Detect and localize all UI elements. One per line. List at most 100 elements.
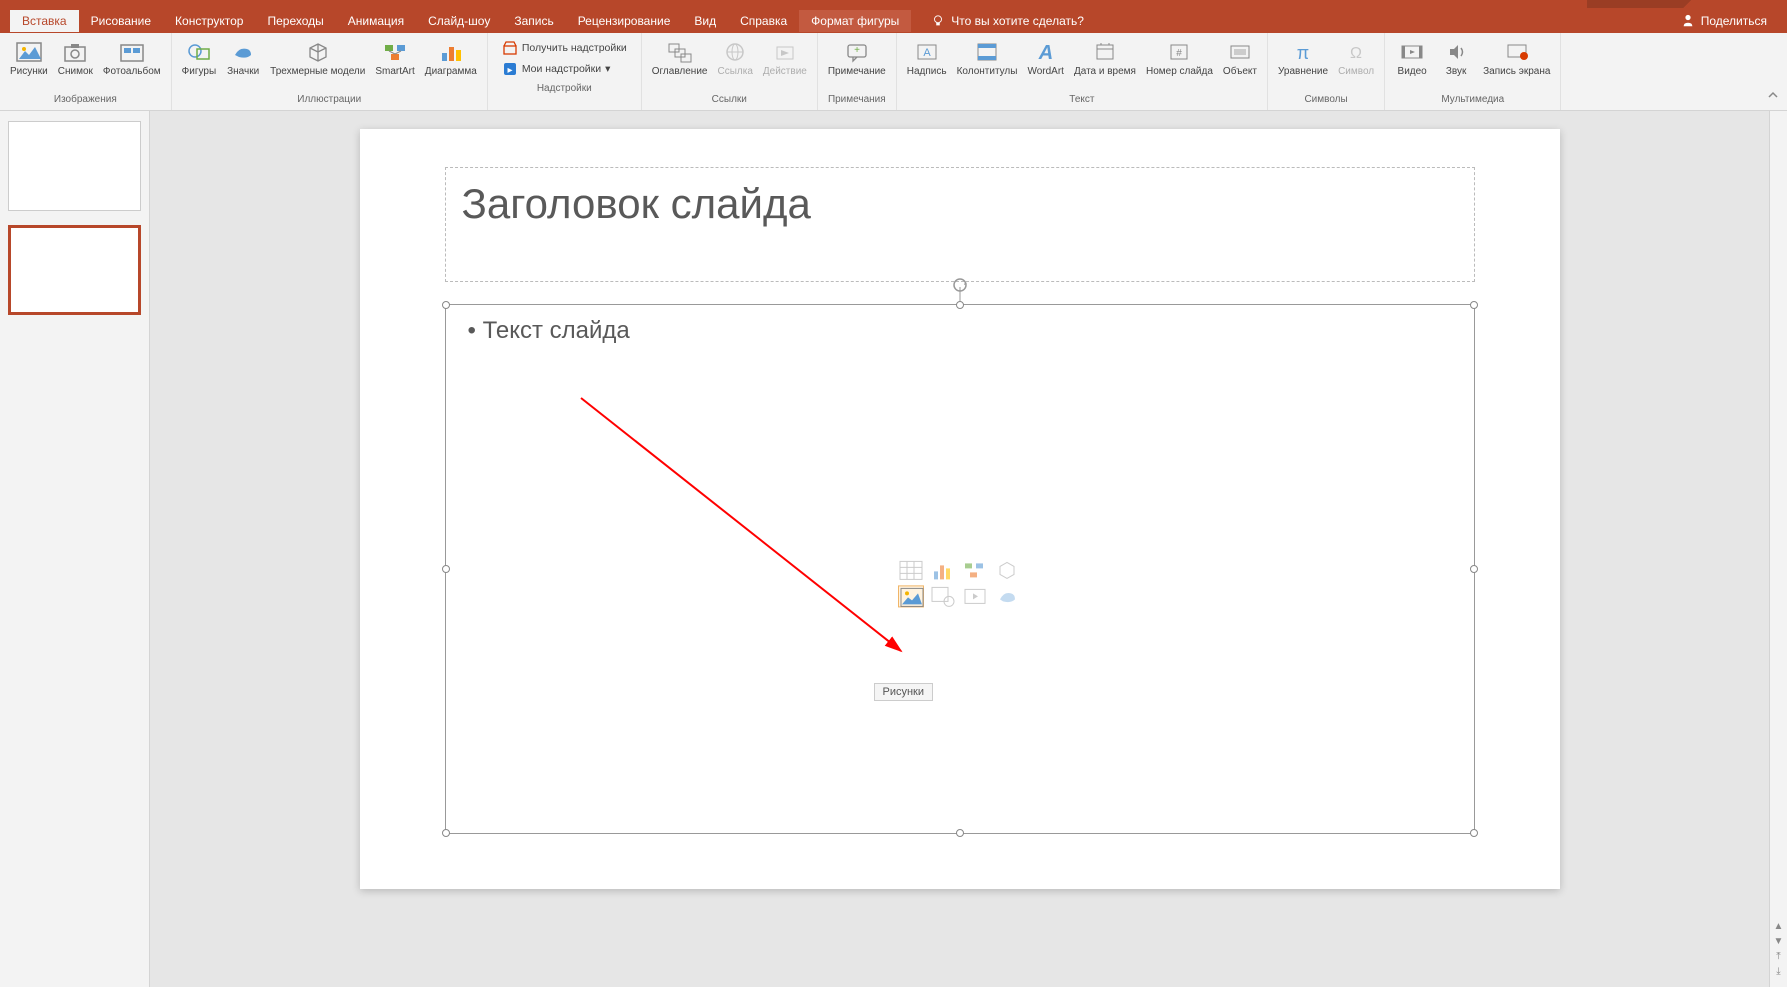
camera-icon <box>61 40 89 64</box>
screenshot-label: Снимок <box>58 66 93 77</box>
resize-handle-nw[interactable] <box>442 301 450 309</box>
3d-label: Трехмерные модели <box>270 66 365 77</box>
tab-view[interactable]: Вид <box>682 10 728 32</box>
object-label: Объект <box>1223 66 1257 77</box>
tab-draw[interactable]: Рисование <box>79 10 163 32</box>
tab-review[interactable]: Рецензирование <box>566 10 683 32</box>
share-icon <box>1681 14 1695 28</box>
chart-button[interactable]: Диаграмма <box>421 38 481 79</box>
svg-text:Ω: Ω <box>1350 45 1362 62</box>
group-label-comments: Примечания <box>828 92 886 107</box>
screenshot-button[interactable]: Снимок <box>54 38 97 79</box>
icons-button[interactable]: Значки <box>222 38 264 79</box>
photoalbum-button[interactable]: Фотоальбом <box>99 38 165 79</box>
textbox-label: Надпись <box>907 66 947 77</box>
screenrecord-button[interactable]: Запись экрана <box>1479 38 1554 79</box>
content-placeholder[interactable]: • Текст слайда Рисунки <box>445 304 1475 834</box>
headerfooter-button[interactable]: Колонтитулы <box>953 38 1022 79</box>
title-placeholder[interactable]: Заголовок слайда <box>445 167 1475 282</box>
resize-handle-e[interactable] <box>1470 565 1478 573</box>
ribbon-group-links: Оглавление Ссылка Действие Ссылки <box>642 33 818 110</box>
shapes-button[interactable]: Фигуры <box>178 38 220 79</box>
wordart-label: WordArt <box>1027 66 1064 77</box>
share-button[interactable]: Поделиться <box>1681 14 1767 28</box>
chevron-up-icon <box>1767 89 1779 101</box>
smartart-button[interactable]: SmartArt <box>371 38 418 79</box>
audio-icon <box>1442 40 1470 64</box>
resize-handle-s[interactable] <box>956 829 964 837</box>
ribbon-tabs: Вставка Рисование Конструктор Переходы А… <box>0 8 1787 33</box>
textbox-button[interactable]: A Надпись <box>903 38 951 79</box>
get-addins-button[interactable]: Получить надстройки <box>496 38 633 58</box>
comment-button[interactable]: + Примечание <box>824 38 890 79</box>
prev-slide-icon[interactable]: ⤒ <box>1776 951 1780 962</box>
next-slide-icon[interactable]: ⤓ <box>1776 966 1780 977</box>
vertical-scrollbar[interactable]: ▲ ▼ ⤒ ⤓ <box>1769 111 1787 987</box>
video-icon <box>1398 40 1426 64</box>
slidenumber-button[interactable]: # Номер слайда <box>1142 38 1217 79</box>
collapse-ribbon-button[interactable] <box>1767 88 1779 106</box>
cube-icon <box>304 40 332 64</box>
ribbon-group-comments: + Примечание Примечания <box>818 33 897 110</box>
tab-design[interactable]: Конструктор <box>163 10 255 32</box>
svg-text:▸: ▸ <box>507 65 512 76</box>
datetime-icon <box>1091 40 1119 64</box>
number-icon: # <box>1165 40 1193 64</box>
slide-panel[interactable] <box>0 111 150 987</box>
slide-thumbnail-1[interactable] <box>8 121 141 211</box>
pictures-button[interactable]: Рисунки <box>6 38 52 79</box>
resize-handle-w[interactable] <box>442 565 450 573</box>
tab-help[interactable]: Справка <box>728 10 799 32</box>
datetime-label: Дата и время <box>1074 66 1136 77</box>
zoom-label: Оглавление <box>652 66 708 77</box>
object-icon <box>1226 40 1254 64</box>
main-area: Заголовок слайда • Текст слайда <box>0 111 1787 987</box>
canvas-area[interactable]: Заголовок слайда • Текст слайда <box>150 111 1769 987</box>
scroll-up-icon[interactable]: ▲ <box>1774 921 1784 932</box>
lightbulb-icon <box>931 14 945 28</box>
tab-insert[interactable]: Вставка <box>10 10 79 32</box>
zoom-button[interactable]: Оглавление <box>648 38 712 79</box>
textbox-icon: A <box>913 40 941 64</box>
scroll-down-icon[interactable]: ▼ <box>1774 936 1784 947</box>
audio-button[interactable]: Звук <box>1435 38 1477 79</box>
resize-handle-se[interactable] <box>1470 829 1478 837</box>
tab-record[interactable]: Запись <box>502 10 565 32</box>
insert-3d-icon[interactable] <box>994 559 1020 581</box>
content-text[interactable]: • Текст слайда <box>446 305 1474 357</box>
insert-table-icon[interactable] <box>898 559 924 581</box>
resize-handle-n[interactable] <box>956 301 964 309</box>
slide-canvas[interactable]: Заголовок слайда • Текст слайда <box>360 129 1560 889</box>
tell-me-label: Что вы хотите сделать? <box>951 14 1084 28</box>
insert-smartart-icon[interactable] <box>962 559 988 581</box>
tab-slideshow[interactable]: Слайд-шоу <box>416 10 502 32</box>
insert-picture-icon[interactable] <box>898 585 924 607</box>
wordart-button[interactable]: A WordArt <box>1023 38 1068 79</box>
album-label: Фотоальбом <box>103 66 161 77</box>
insert-chart-icon[interactable] <box>930 559 956 581</box>
resize-handle-ne[interactable] <box>1470 301 1478 309</box>
insert-video-icon[interactable] <box>962 585 988 607</box>
title-text[interactable]: Заголовок слайда <box>462 180 1458 228</box>
slide-thumbnail-2[interactable] <box>8 225 141 315</box>
resize-handle-sw[interactable] <box>442 829 450 837</box>
my-addins-button[interactable]: ▸ Мои надстройки ▾ <box>496 59 633 79</box>
tell-me-search[interactable]: Что вы хотите сделать? <box>931 14 1084 28</box>
equation-button[interactable]: π Уравнение <box>1274 38 1332 79</box>
album-icon <box>118 40 146 64</box>
ribbon-group-images: Рисунки Снимок Фотоальбом Изображения <box>0 33 172 110</box>
tab-transitions[interactable]: Переходы <box>255 10 335 32</box>
group-label-images: Изображения <box>54 92 117 107</box>
ribbon-group-media: Видео Звук Запись экрана Мультимедиа <box>1385 33 1561 110</box>
ribbon-group-text: A Надпись Колонтитулы A WordArt Дата и в… <box>897 33 1268 110</box>
video-button[interactable]: Видео <box>1391 38 1433 79</box>
object-button[interactable]: Объект <box>1219 38 1261 79</box>
tab-animations[interactable]: Анимация <box>336 10 416 32</box>
tab-shape-format[interactable]: Формат фигуры <box>799 10 911 32</box>
symbol-label: Символ <box>1338 66 1374 77</box>
equation-label: Уравнение <box>1278 66 1328 77</box>
insert-online-picture-icon[interactable] <box>930 585 956 607</box>
datetime-button[interactable]: Дата и время <box>1070 38 1140 79</box>
3dmodels-button[interactable]: Трехмерные модели <box>266 38 369 79</box>
insert-icon-icon[interactable] <box>994 585 1020 607</box>
